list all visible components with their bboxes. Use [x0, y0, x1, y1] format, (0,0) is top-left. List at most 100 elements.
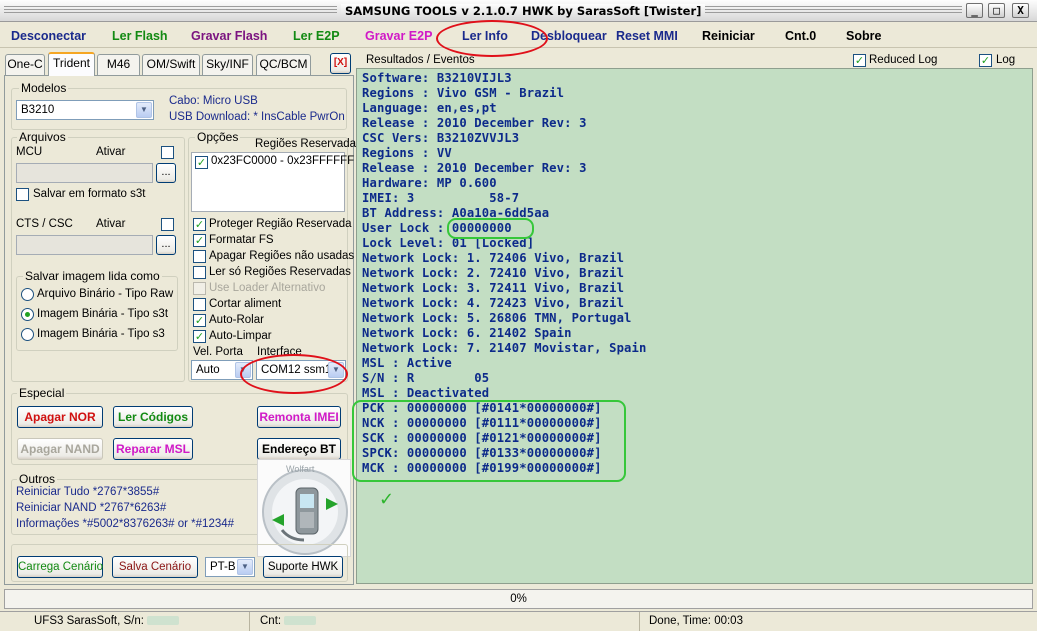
menu-cnt0[interactable]: Cnt.0: [785, 29, 816, 43]
apagar-nand-button: Apagar NAND: [17, 438, 103, 460]
menu-desconectar[interactable]: Desconectar: [11, 29, 86, 43]
minimize-button[interactable]: _: [966, 3, 983, 18]
annotation-box-unlock-codes: [352, 400, 626, 482]
reduced-log-checkbox[interactable]: ✓: [853, 54, 866, 67]
check-ler-so-label: Ler só Regiões Reservadas: [209, 266, 351, 278]
log-line: Network Lock: 1. 72406 Vivo, Brazil: [362, 251, 625, 265]
log-line: Regions : Vivo GSM - Brazil: [362, 86, 565, 100]
title-bar: SAMSUNG TOOLS v 2.1.0.7 HWK by SarasSoft…: [0, 0, 1037, 22]
radio-s3[interactable]: [21, 328, 34, 341]
check-ler-so[interactable]: [193, 266, 206, 279]
check-apagar-regioes[interactable]: [193, 250, 206, 263]
region-item-label: 0x23FC0000 - 0x23FFFFFF: [211, 155, 355, 167]
radio-raw[interactable]: [21, 288, 34, 301]
check-apagar-regioes-label: Apagar Regiões não usadas: [209, 250, 355, 262]
outros-line-3: Informações *#5002*8376263# or *#1234#: [16, 518, 235, 530]
check-auto-limpar-label: Auto-Limpar: [209, 330, 272, 342]
chevron-down-icon[interactable]: ▼: [237, 559, 253, 575]
reparar-msl-button[interactable]: Reparar MSL: [113, 438, 193, 460]
menu-gravar-flash[interactable]: Gravar Flash: [191, 29, 267, 43]
tab-close-button[interactable]: [X]: [330, 53, 351, 74]
regioes-label: Regiões Reservadas: [255, 138, 362, 150]
tab-one-c[interactable]: One-C: [5, 54, 45, 75]
chevron-down-icon[interactable]: ▼: [136, 102, 152, 118]
salva-cenario-button[interactable]: Salva Cenário: [112, 556, 198, 578]
log-line: Software: B3210VIJL3: [362, 71, 512, 85]
tab-m46[interactable]: M46: [97, 54, 140, 75]
check-formatar[interactable]: ✓: [193, 234, 206, 247]
close-button[interactable]: X: [1012, 3, 1029, 18]
save-s3t-checkbox[interactable]: [16, 188, 29, 201]
cts-file-field[interactable]: [16, 235, 153, 255]
progress-text: 0%: [510, 593, 527, 605]
radio-s3t-label: Imagem Binária - Tipo s3t: [37, 308, 169, 320]
left-panel: Modelos B3210 ▼ Cabo: Micro USB USB Down…: [4, 75, 362, 585]
menu-gravar-e2p[interactable]: Gravar E2P: [365, 29, 432, 43]
check-cortar[interactable]: [193, 298, 206, 311]
cts-ativar-checkbox[interactable]: [161, 218, 174, 231]
tab-sky-inf[interactable]: Sky/INF: [202, 54, 253, 75]
outros-line-1: Reiniciar Tudo *2767*3855#: [16, 486, 160, 498]
status-cnt-text: Cnt:: [260, 615, 282, 627]
mcu-browse-button[interactable]: ...: [156, 163, 176, 183]
log-line: MSL : Active: [362, 356, 452, 370]
annotation-circle-interface: [240, 354, 348, 394]
status-cnt-redacted: [284, 616, 317, 626]
watermark-text: Wolfart: [286, 464, 315, 474]
check-proteger-label: Proteger Região Reservada: [209, 218, 352, 230]
progress-bar: 0%: [4, 589, 1033, 609]
region-item-checkbox[interactable]: ✓: [195, 156, 208, 169]
outros-line-2: Reiniciar NAND *2767*6263#: [16, 502, 167, 514]
remonta-imei-button[interactable]: Remonta IMEI: [257, 406, 341, 428]
check-proteger[interactable]: ✓: [193, 218, 206, 231]
menu-reiniciar[interactable]: Reiniciar: [702, 29, 755, 43]
cts-csc-label: CTS / CSC: [16, 218, 73, 230]
log-checkbox[interactable]: ✓: [979, 54, 992, 67]
menu-ler-e2p[interactable]: Ler E2P: [293, 29, 340, 43]
arquivos-legend: Arquivos: [17, 130, 68, 144]
usb-download-label: USB Download: * InsCable PwrOn: [169, 111, 345, 123]
endereco-bt-button[interactable]: Endereço BT: [257, 438, 341, 460]
cts-browse-button[interactable]: ...: [156, 235, 176, 255]
log-line: IMEI: 3 58-7: [362, 191, 520, 205]
check-auto-limpar[interactable]: ✓: [193, 330, 206, 343]
carrega-cenario-button[interactable]: Carrega Cenário: [17, 556, 103, 578]
language-value: PT-B: [210, 561, 236, 573]
watermark-logo: Wolfart: [257, 459, 351, 557]
done-check-icon: ✓: [379, 489, 395, 510]
status-bar: UFS3 SarasSoft, S/n: Cnt: Done, Time: 00…: [0, 611, 1037, 631]
log-line: Release : 2010 December Rev: 3: [362, 161, 587, 175]
results-header: Resultados / Eventos ✓ Reduced Log ✓ Log: [356, 53, 1036, 69]
suporte-hwk-button[interactable]: Suporte HWK: [263, 556, 343, 578]
menu-sobre[interactable]: Sobre: [846, 29, 881, 43]
language-select[interactable]: PT-B ▼: [205, 557, 255, 577]
maximize-button[interactable]: □: [988, 3, 1005, 18]
model-select[interactable]: B3210 ▼: [16, 100, 154, 120]
mcu-ativar-checkbox[interactable]: [161, 146, 174, 159]
status-cnt: Cnt:: [250, 612, 640, 631]
vel-porta-value: Auto: [196, 364, 220, 376]
save-s3t-label: Salvar em formato s3t: [33, 188, 146, 200]
log-line: MSL : Deactivated: [362, 386, 490, 400]
menu-reset-mmi[interactable]: Reset MMI: [616, 29, 678, 43]
radio-s3-label: Imagem Binária - Tipo s3: [37, 328, 165, 340]
check-formatar-label: Formatar FS: [209, 234, 274, 246]
radio-s3t[interactable]: [21, 308, 34, 321]
regions-list[interactable]: ✓ 0x23FC0000 - 0x23FFFFFF: [191, 152, 354, 212]
mcu-file-field[interactable]: [16, 163, 153, 183]
log-line: Network Lock: 7. 21407 Movistar, Spain: [362, 341, 647, 355]
apagar-nor-button[interactable]: Apagar NOR: [17, 406, 103, 428]
status-serial: UFS3 SarasSoft, S/n:: [0, 612, 250, 631]
save-image-legend: Salvar imagem lida como: [23, 269, 162, 283]
check-auto-rolar-label: Auto-Rolar: [209, 314, 264, 326]
check-auto-rolar[interactable]: ✓: [193, 314, 206, 327]
results-log[interactable]: Software: B3210VIJL3 Regions : Vivo GSM -…: [356, 68, 1033, 584]
reduced-log-label: Reduced Log: [869, 54, 938, 66]
vel-porta-label: Vel. Porta: [193, 346, 243, 358]
tab-om-swift[interactable]: OM/Swift: [142, 54, 200, 75]
ler-codigos-button[interactable]: Ler Códigos: [113, 406, 193, 428]
tab-trident[interactable]: Trident: [48, 52, 95, 76]
tab-qc-bcm[interactable]: QC/BCM: [256, 54, 311, 75]
menu-ler-flash[interactable]: Ler Flash: [112, 29, 168, 43]
opcoes-legend: Opções: [195, 130, 241, 144]
